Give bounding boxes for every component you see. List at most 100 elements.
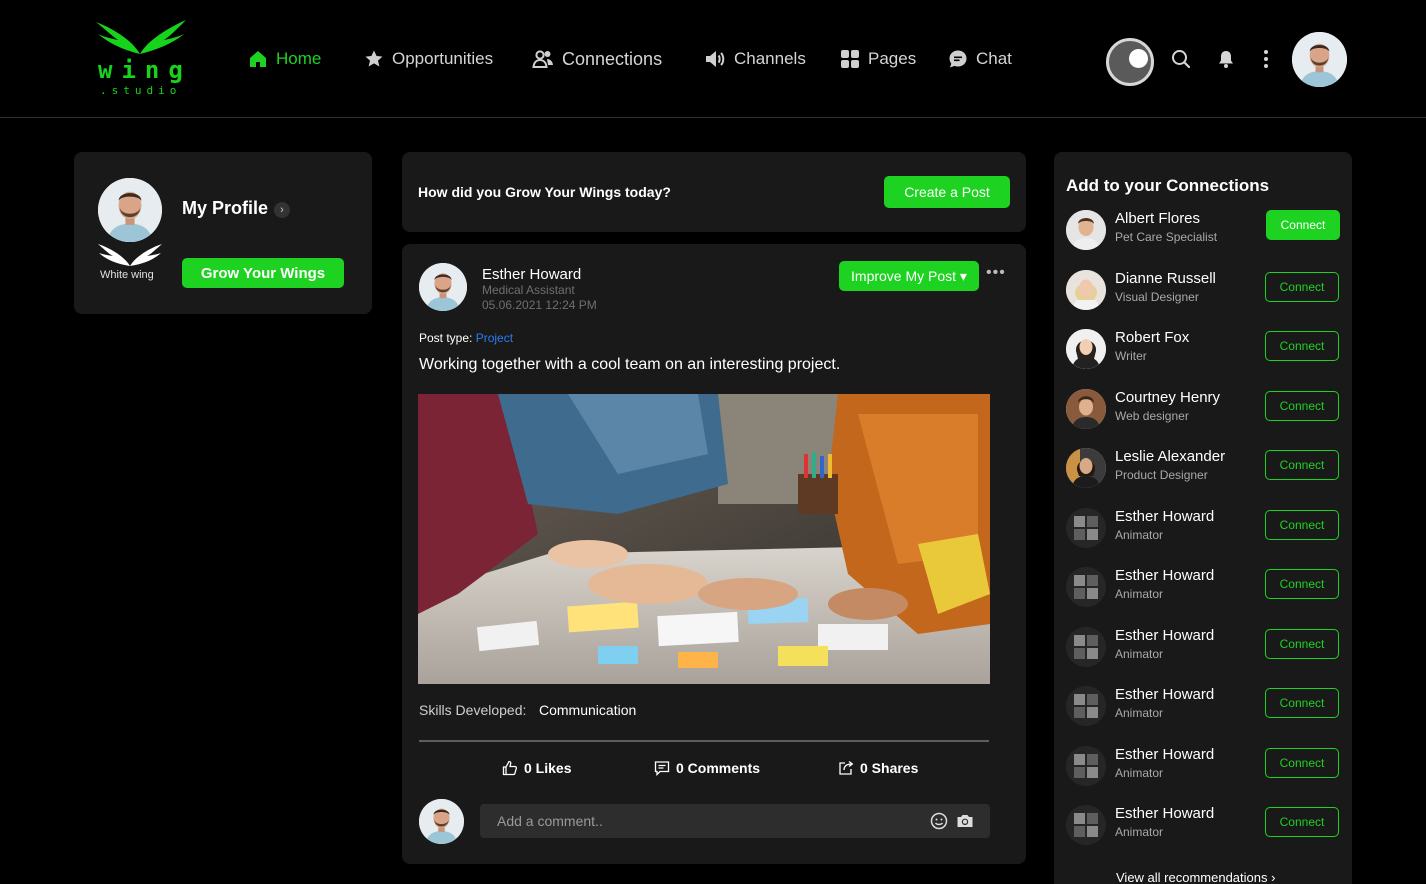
connection-avatar[interactable] [1066,448,1106,488]
post-more-icon[interactable]: ••• [986,264,1006,284]
connection-name[interactable]: Esther Howard [1115,508,1214,525]
connection-avatar[interactable] [1066,389,1106,429]
placeholder-avatar-icon [1066,746,1106,786]
chevron-right-icon[interactable]: › [274,202,290,218]
man-avatar-icon [1066,389,1106,429]
man-avatar-icon [1292,32,1347,87]
improve-my-post-button[interactable]: Improve My Post ▾ [839,261,979,291]
connection-row: Esther Howard Animator Connect [1054,684,1352,730]
placeholder-avatar-icon [1066,508,1106,548]
connect-button[interactable]: Connect [1266,210,1340,240]
man-avatar-icon [98,178,162,242]
connect-button[interactable]: Connect [1265,748,1339,778]
man-avatar-icon [419,799,464,844]
post-type-value[interactable]: Project [476,331,513,345]
my-profile-title[interactable]: My Profile [182,198,268,219]
connection-name[interactable]: Robert Fox [1115,329,1189,346]
connection-name[interactable]: Esther Howard [1115,805,1214,822]
share-button[interactable]: 0 Shares [838,760,918,776]
connection-avatar[interactable] [1066,329,1106,369]
nav-chat-label: Chat [976,49,1012,68]
connect-button[interactable]: Connect [1265,629,1339,659]
skills-label: Skills Developed: [419,702,527,718]
connection-row: Esther Howard Animator Connect [1054,803,1352,849]
nav-connections[interactable]: Connections [532,44,662,74]
connection-avatar[interactable] [1066,210,1106,250]
post-divider [419,740,989,742]
comment-icon [654,761,670,776]
view-all-recommendations-link[interactable]: View all recommendations › [1116,870,1275,884]
connection-avatar[interactable] [1066,270,1106,310]
connect-button[interactable]: Connect [1265,569,1339,599]
post-image[interactable] [418,394,990,684]
nav-opportunities[interactable]: Opportunities [364,44,493,74]
connection-avatar[interactable] [1066,746,1106,786]
connect-button[interactable]: Connect [1265,391,1339,421]
post-body-text: Working together with a cool team on an … [419,356,841,373]
placeholder-avatar-icon [1066,805,1106,845]
like-button[interactable]: 0 Likes [502,760,571,776]
profile-card: White wing My Profile › Grow Your Wings [74,152,372,314]
connect-button[interactable]: Connect [1265,272,1339,302]
connection-row: Albert Flores Pet Care Specialist Connec… [1054,208,1352,254]
post-timestamp: 05.06.2021 12:24 PM [482,298,597,312]
comment-box [480,804,990,838]
more-options-button[interactable] [1254,47,1278,71]
comment-button[interactable]: 0 Comments [654,760,760,776]
camera-icon[interactable] [956,812,974,830]
connection-row: Esther Howard Animator Connect [1054,565,1352,611]
more-vertical-icon [1264,50,1268,68]
wing-studio-logo[interactable]: wing .studio [92,18,192,100]
connection-avatar[interactable] [1066,805,1106,845]
comments-count: 0 Comments [676,760,761,776]
create-post-button[interactable]: Create a Post [884,176,1010,208]
compose-prompt: How did you Grow Your Wings today? [418,184,671,200]
share-icon [839,760,854,775]
connection-name[interactable]: Dianne Russell [1115,270,1216,287]
profile-avatar[interactable] [98,178,162,242]
connection-name[interactable]: Esther Howard [1115,746,1214,763]
placeholder-avatar-icon [1066,627,1106,667]
skills-value: Communication [539,702,637,718]
theme-toggle[interactable] [1106,38,1154,86]
connection-name[interactable]: Courtney Henry [1115,389,1220,406]
connection-avatar[interactable] [1066,627,1106,667]
team-meeting-photo [418,394,990,684]
emoji-icon[interactable] [930,812,948,830]
connection-avatar[interactable] [1066,508,1106,548]
post-card: Esther Howard Medical Assistant 05.06.20… [402,244,1026,864]
connection-name[interactable]: Esther Howard [1115,686,1214,703]
search-button[interactable] [1169,47,1193,71]
wing-logo-icon [96,20,186,54]
connect-button[interactable]: Connect [1265,807,1339,837]
nav-channels[interactable]: Channels [704,44,806,74]
connect-button[interactable]: Connect [1265,510,1339,540]
megaphone-icon [706,51,725,67]
nav-chat[interactable]: Chat [948,44,1012,74]
connection-row: Esther Howard Animator Connect [1054,506,1352,552]
grow-your-wings-button[interactable]: Grow Your Wings [182,258,344,288]
connection-name[interactable]: Albert Flores [1115,210,1200,227]
search-icon [1172,50,1191,69]
grid-icon [841,50,859,68]
connection-role: Web designer [1115,409,1189,423]
connection-name[interactable]: Esther Howard [1115,627,1214,644]
connection-name[interactable]: Esther Howard [1115,567,1214,584]
connect-button[interactable]: Connect [1265,450,1339,480]
post-author-name[interactable]: Esther Howard [482,266,581,283]
woman-avatar-icon [1066,329,1106,369]
comment-input[interactable] [480,804,920,838]
connect-button[interactable]: Connect [1265,688,1339,718]
nav-home[interactable]: Home [248,44,321,74]
connection-row: Courtney Henry Web designer Connect [1054,387,1352,433]
connection-avatar[interactable] [1066,567,1106,607]
connection-avatar[interactable] [1066,686,1106,726]
connect-button[interactable]: Connect [1265,331,1339,361]
post-author-avatar[interactable] [419,263,467,311]
connection-name[interactable]: Leslie Alexander [1115,448,1225,465]
user-avatar[interactable] [1292,32,1347,87]
notifications-button[interactable] [1214,47,1238,71]
connection-role: Animator [1115,706,1164,720]
placeholder-avatar-icon [1066,686,1106,726]
nav-pages[interactable]: Pages [840,44,916,74]
